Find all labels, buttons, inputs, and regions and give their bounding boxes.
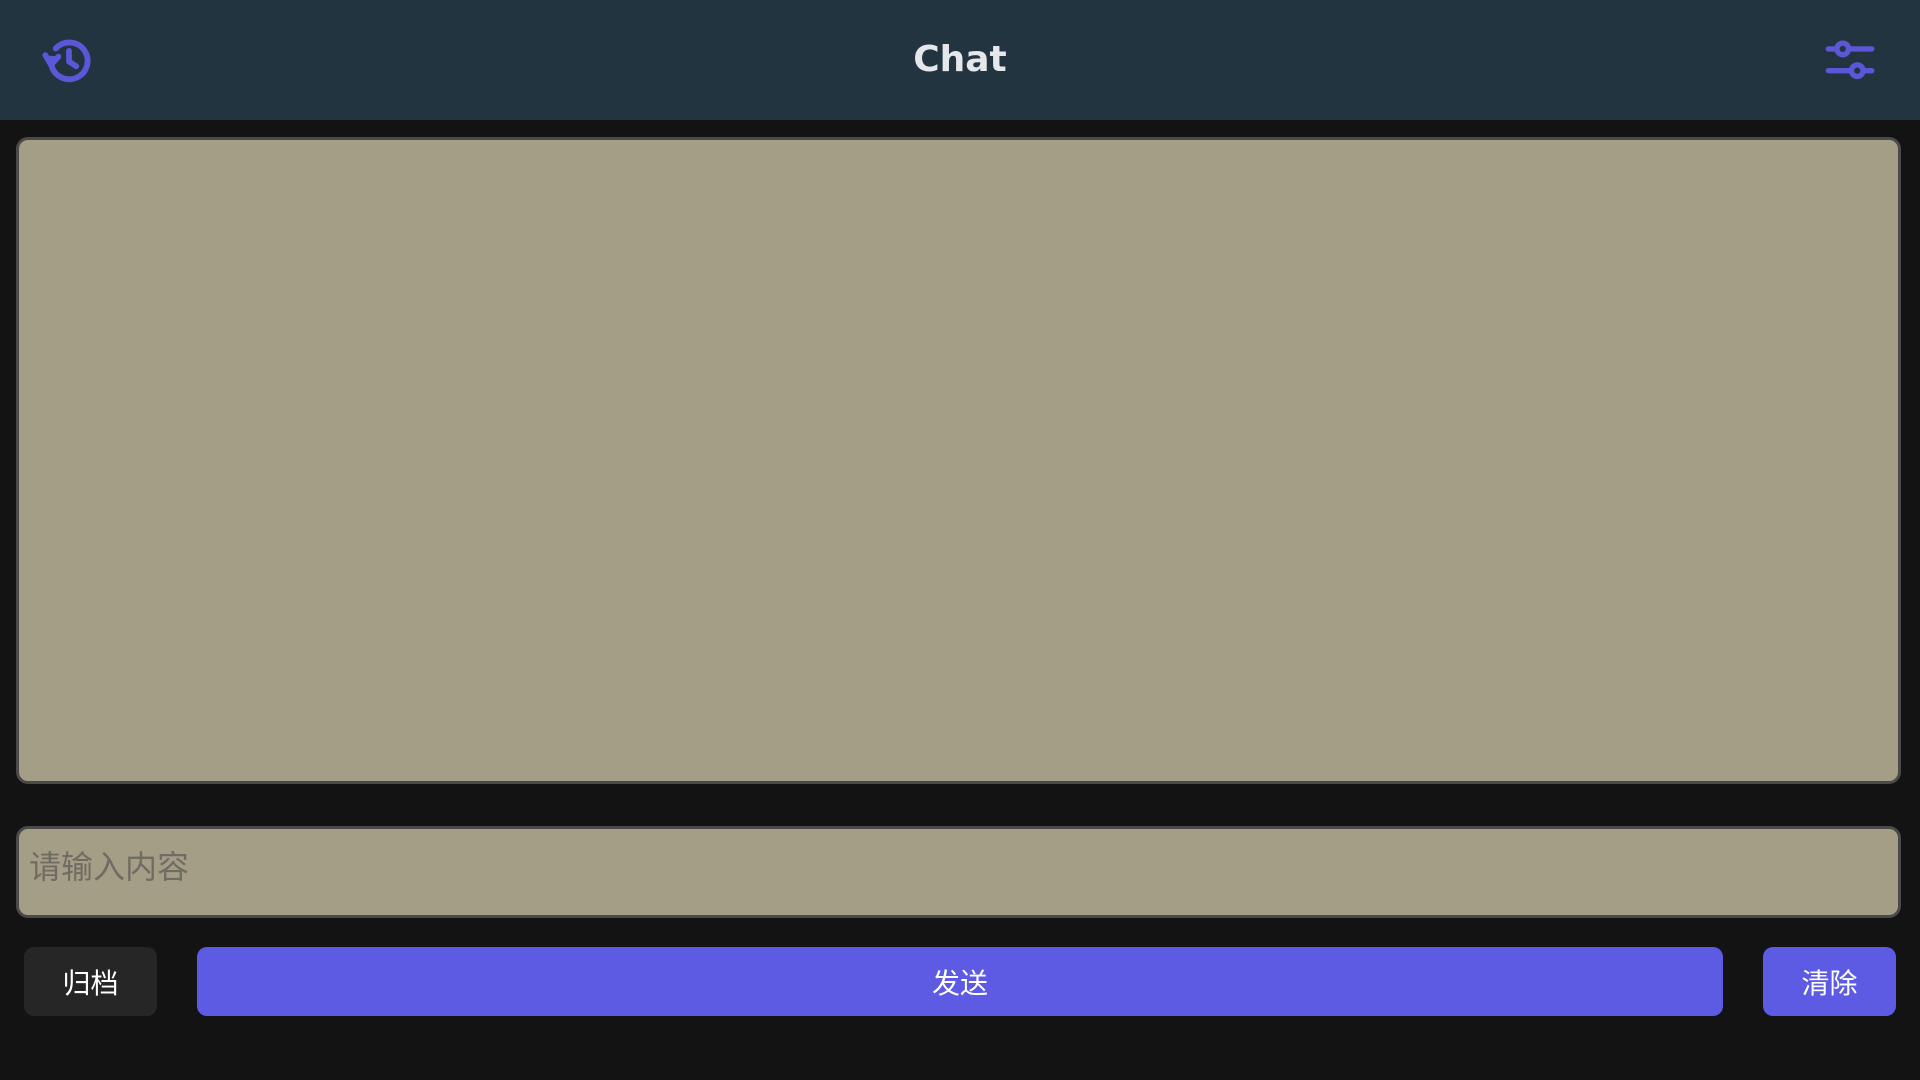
message-input-container [16,826,1901,918]
settings-button[interactable] [1821,32,1879,90]
top-bar: Chat [0,0,1920,120]
archive-button[interactable]: 归档 [24,947,157,1016]
sliders-settings-icon [1825,40,1875,80]
message-input[interactable] [19,829,1898,915]
page-title: Chat [913,39,1007,80]
send-button[interactable]: 发送 [197,947,1723,1016]
chat-message-area[interactable] [16,137,1901,784]
clear-button[interactable]: 清除 [1763,947,1896,1016]
